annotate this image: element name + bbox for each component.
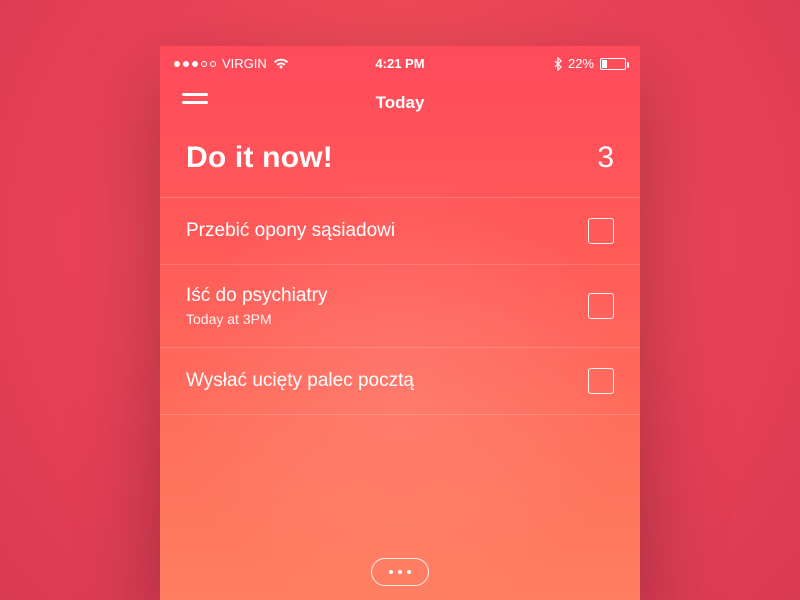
battery-icon (600, 58, 626, 70)
list-item[interactable]: Iść do psychiatry Today at 3PM (160, 264, 640, 347)
task-title: Iść do psychiatry (186, 285, 328, 307)
nav-bar: Today (160, 77, 640, 133)
task-subtitle: Today at 3PM (186, 311, 328, 327)
list-item[interactable]: Wysłać ucięty palec pocztą (160, 347, 640, 415)
task-title: Przebić opony sąsiadowi (186, 220, 395, 242)
list-item[interactable]: Przebić opony sąsiadowi (160, 197, 640, 264)
menu-button[interactable] (182, 93, 208, 109)
list-count: 3 (597, 141, 614, 175)
dots-icon (398, 570, 402, 574)
dots-icon (407, 570, 411, 574)
task-list: Przebić opony sąsiadowi Iść do psychiatr… (160, 197, 640, 415)
task-checkbox[interactable] (588, 293, 614, 319)
more-button[interactable] (371, 558, 429, 586)
task-checkbox[interactable] (588, 218, 614, 244)
clock: 4:21 PM (160, 56, 640, 71)
list-header: Do it now! 3 (160, 133, 640, 197)
phone-screen: VIRGIN 4:21 PM 22% Today Do it now! 3 Pr… (160, 46, 640, 600)
list-title: Do it now! (186, 141, 333, 175)
status-bar: VIRGIN 4:21 PM 22% (160, 46, 640, 77)
task-title: Wysłać ucięty palec pocztą (186, 370, 414, 392)
nav-title: Today (376, 93, 425, 113)
task-checkbox[interactable] (588, 368, 614, 394)
dots-icon (389, 570, 393, 574)
